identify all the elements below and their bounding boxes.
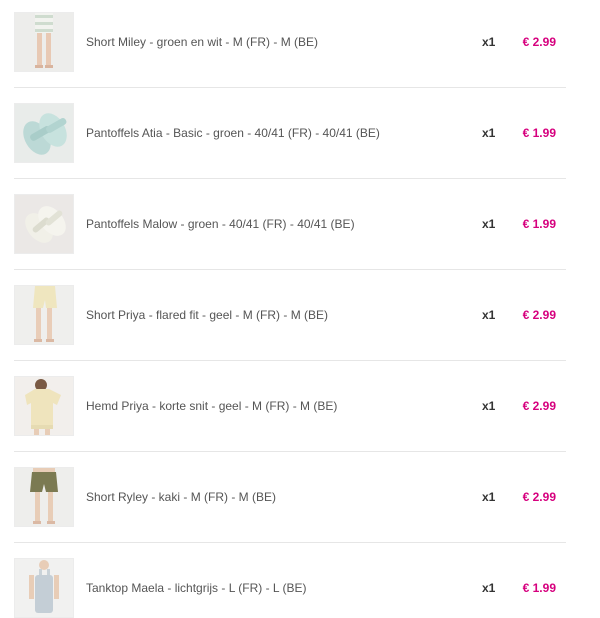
item-name: Short Miley - groen en wit - M (FR) - M … <box>86 35 319 49</box>
divider <box>14 87 566 88</box>
item-quantity: x1 <box>482 490 496 504</box>
item-quantity: x1 <box>482 217 496 231</box>
list-item: Pantoffels Malow - groen - 40/41 (FR) - … <box>14 194 566 254</box>
item-price: € 1.99 <box>522 217 556 231</box>
pantoffels-atia-product-image <box>14 103 74 163</box>
short-miley-product-image <box>14 12 74 72</box>
list-item: Short Priya - flared fit - geel - M (FR)… <box>14 285 566 345</box>
list-item: Short Miley - groen en wit - M (FR) - M … <box>14 12 566 72</box>
list-item: Tanktop Maela - lichtgrijs - L (FR) - L … <box>14 558 566 618</box>
divider <box>14 360 566 361</box>
pantoffels-malow-product-image <box>14 194 74 254</box>
item-price: € 1.99 <box>522 581 556 595</box>
list-item: Hemd Priya - korte snit - geel - M (FR) … <box>14 376 566 436</box>
divider <box>14 178 566 179</box>
item-name: Pantoffels Malow - groen - 40/41 (FR) - … <box>86 217 355 231</box>
item-name: Short Priya - flared fit - geel - M (FR)… <box>86 308 329 322</box>
item-name: Tanktop Maela - lichtgrijs - L (FR) - L … <box>86 581 307 595</box>
item-price: € 2.99 <box>522 490 556 504</box>
item-price: € 2.99 <box>522 308 556 322</box>
divider <box>14 542 566 543</box>
short-ryley-product-image <box>14 467 74 527</box>
list-item: Short Ryley - kaki - M (FR) - M (BE) x1 … <box>14 467 566 527</box>
hemd-priya-product-image <box>14 376 74 436</box>
item-name: Pantoffels Atia - Basic - groen - 40/41 … <box>86 126 380 140</box>
item-quantity: x1 <box>482 126 496 140</box>
item-price: € 1.99 <box>522 126 556 140</box>
item-quantity: x1 <box>482 399 496 413</box>
item-quantity: x1 <box>482 35 496 49</box>
list-item: Pantoffels Atia - Basic - groen - 40/41 … <box>14 103 566 163</box>
item-quantity: x1 <box>482 308 496 322</box>
short-priya-product-image <box>14 285 74 345</box>
item-name: Short Ryley - kaki - M (FR) - M (BE) <box>86 490 277 504</box>
tanktop-maela-product-image <box>14 558 74 618</box>
item-price: € 2.99 <box>522 35 556 49</box>
item-quantity: x1 <box>482 581 496 595</box>
divider <box>14 269 566 270</box>
item-name: Hemd Priya - korte snit - geel - M (FR) … <box>86 399 338 413</box>
divider <box>14 451 566 452</box>
item-price: € 2.99 <box>522 399 556 413</box>
